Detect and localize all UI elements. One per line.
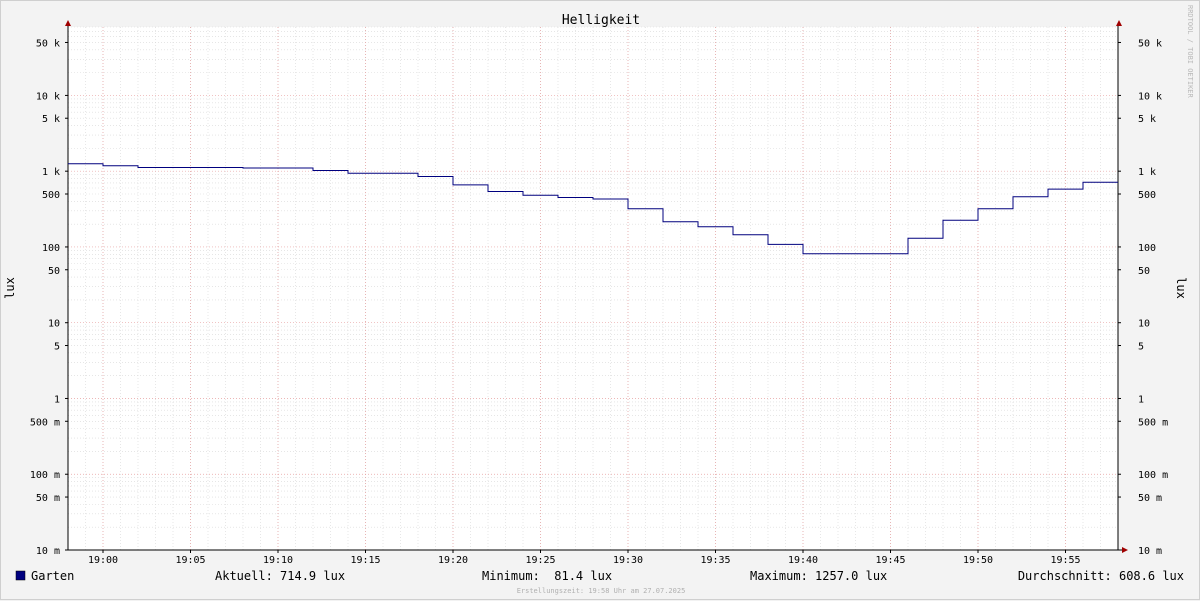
y-tick-label-left: 500 bbox=[42, 190, 60, 201]
y-axis-arrow-left bbox=[65, 20, 71, 26]
y-tick-label-left: 100 bbox=[42, 243, 60, 254]
y-tick-label-left: 50 m bbox=[36, 493, 60, 504]
x-tick-label: 19:50 bbox=[963, 555, 993, 566]
x-tick-label: 19:55 bbox=[1050, 555, 1080, 566]
legend-maximum: Maximum: 1257.0 lux bbox=[750, 569, 887, 583]
x-tick-label: 19:15 bbox=[350, 555, 380, 566]
y-axis-label-left: lux bbox=[3, 277, 17, 299]
y-tick-label-left: 1 k bbox=[42, 167, 60, 178]
y-tick-label-right: 10 k bbox=[1138, 91, 1162, 102]
y-tick-label-right: 5 bbox=[1138, 342, 1144, 353]
x-tick-label: 19:30 bbox=[613, 555, 643, 566]
x-axis-arrow bbox=[1122, 547, 1128, 553]
y-tick-label-right: 1 k bbox=[1138, 167, 1156, 178]
y-tick-label-right: 100 m bbox=[1138, 470, 1168, 481]
y-tick-label-left: 50 bbox=[48, 266, 60, 277]
brightness-chart: 50 k 50 k 10 k 10 k 5 k 5 k 1 k 1 k 500 500 100 100… bbox=[1, 1, 1200, 601]
y-tick-label-right: 50 m bbox=[1138, 493, 1162, 504]
legend-minimum: Minimum: 81.4 lux bbox=[482, 569, 612, 583]
legend-series-name: Garten bbox=[31, 569, 74, 583]
y-tick-label-left: 100 m bbox=[30, 470, 60, 481]
y-tick-label-left: 5 k bbox=[42, 114, 60, 125]
x-tick-label: 19:05 bbox=[175, 555, 205, 566]
x-tick-label: 19:10 bbox=[263, 555, 293, 566]
y-tick-label-right: 500 m bbox=[1138, 417, 1168, 428]
x-tick-label: 19:40 bbox=[788, 555, 818, 566]
y-axis-arrow-right bbox=[1116, 20, 1122, 26]
y-tick-label-right: 50 k bbox=[1138, 38, 1162, 49]
y-tick-label-right: 50 bbox=[1138, 266, 1150, 277]
x-tick-label: 19:45 bbox=[875, 555, 905, 566]
y-tick-label-left: 10 m bbox=[36, 546, 60, 557]
x-tick-label: 19:00 bbox=[88, 555, 118, 566]
y-tick-label-right: 500 bbox=[1138, 190, 1156, 201]
y-tick-label-left: 1 bbox=[54, 394, 60, 405]
x-tick-label: 19:25 bbox=[525, 555, 555, 566]
y-tick-label-right: 100 bbox=[1138, 243, 1156, 254]
y-tick-label-left: 10 bbox=[48, 319, 60, 330]
y-tick-label-right: 5 k bbox=[1138, 114, 1156, 125]
y-axis-label-right: lux bbox=[1174, 277, 1188, 299]
x-tick-label: 19:35 bbox=[700, 555, 730, 566]
y-tick-label-left: 10 k bbox=[36, 91, 60, 102]
grid bbox=[68, 27, 1118, 550]
y-tick-label-left: 50 k bbox=[36, 38, 60, 49]
y-tick-label-left: 500 m bbox=[30, 417, 60, 428]
rrdtool-watermark: RRDTOOL / TOBI OETIKER bbox=[1186, 5, 1194, 99]
y-tick-label-right: 10 bbox=[1138, 319, 1150, 330]
chart-frame: 50 k 50 k 10 k 10 k 5 k 5 k 1 k 1 k 500 500 100 100… bbox=[0, 0, 1200, 600]
legend-current: Aktuell: 714.9 lux bbox=[215, 569, 345, 583]
creation-time-footer: Erstellungszeit: 19:58 Uhr am 27.07.2025 bbox=[517, 587, 686, 595]
x-tick-labels: 19:00 19:05 19:10 19:15 19:20 19:25 19:30 19:35… bbox=[88, 555, 1081, 566]
legend-average: Durchschnitt: 608.6 lux bbox=[1018, 569, 1184, 583]
legend-swatch-garten bbox=[16, 571, 25, 580]
x-tick-label: 19:20 bbox=[438, 555, 468, 566]
y-tick-label-right: 1 bbox=[1138, 394, 1144, 405]
chart-title: Helligkeit bbox=[562, 13, 640, 28]
y-tick-label-right: 10 m bbox=[1138, 546, 1162, 557]
y-tick-label-left: 5 bbox=[54, 342, 60, 353]
